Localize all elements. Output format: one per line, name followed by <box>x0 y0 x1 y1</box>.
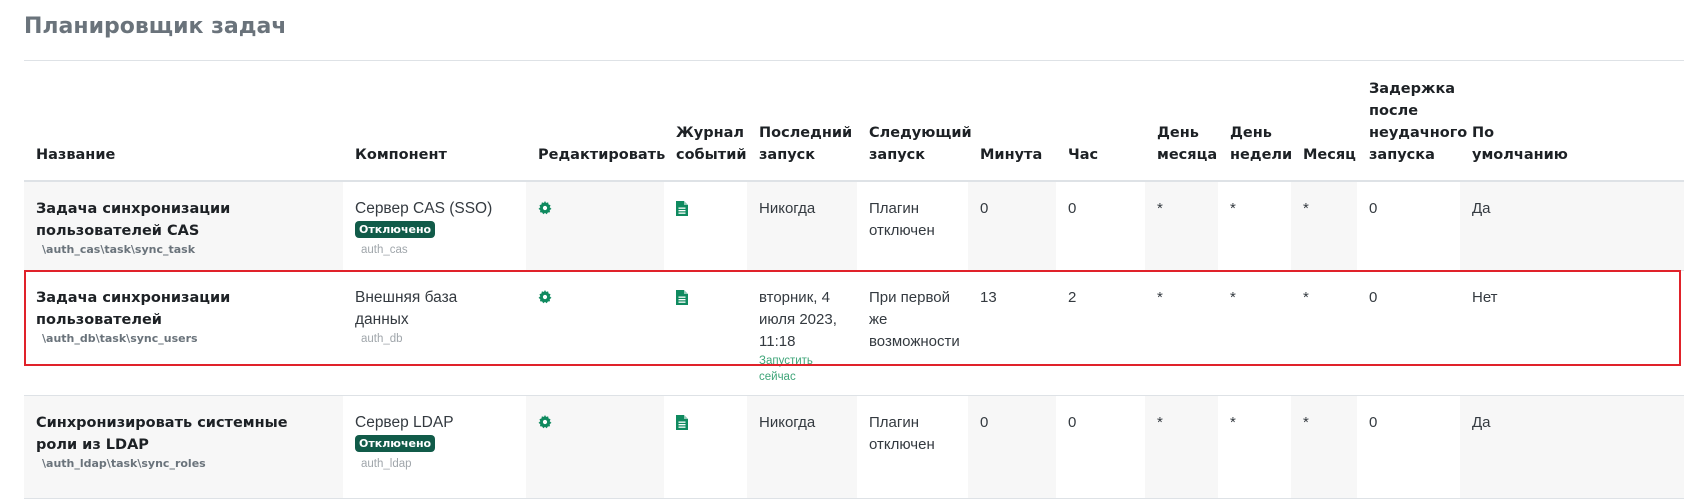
component-name: Внешняя база данных <box>355 289 458 328</box>
last-run-cell: Никогда <box>747 395 857 499</box>
scheduled-tasks-table: Название Компонент Редактировать Журнал … <box>24 68 1684 499</box>
last-run-text: вторник, 4 июля 2023, 11:18 <box>759 289 837 350</box>
header-month: Месяц <box>1291 68 1357 182</box>
task-name: Задача синхронизации пользователей CAS <box>36 201 231 239</box>
component-code: auth_ldap <box>361 458 412 470</box>
default-cell: Да <box>1460 395 1684 499</box>
header-last-run[interactable]: Последний запуск <box>747 68 857 182</box>
header-next-run[interactable]: Следующий запуск <box>857 68 972 182</box>
default-cell: Нет <box>1460 270 1684 396</box>
log-cell <box>664 270 747 396</box>
minute-cell: 0 <box>968 395 1056 499</box>
component-name: Сервер CAS (SSO) <box>355 200 493 217</box>
task-classname: \auth_ldap\task\sync_roles <box>42 457 206 470</box>
gear-icon[interactable] <box>538 290 652 304</box>
fail-delay-cell: 0 <box>1357 181 1460 271</box>
day-of-month-cell: * <box>1145 270 1218 396</box>
component-cell: Сервер LDAP Отключено auth_ldap <box>343 395 526 499</box>
document-icon[interactable] <box>676 201 735 216</box>
last-run-cell: вторник, 4 июля 2023, 11:18 Запустить се… <box>747 270 857 396</box>
header-minute: Минута <box>968 68 1056 182</box>
table-row: Задача синхронизации пользователей \auth… <box>24 270 1684 396</box>
header-hour: Час <box>1056 68 1145 182</box>
last-run-cell: Никогда <box>747 181 857 271</box>
next-run-cell: При первой же возможности <box>857 270 968 396</box>
title-divider <box>24 60 1684 61</box>
gear-icon[interactable] <box>538 415 652 429</box>
log-cell <box>664 181 747 271</box>
day-of-month-cell: * <box>1145 395 1218 499</box>
table-row: Синхронизировать системные роли из LDAP … <box>24 395 1684 499</box>
task-name-cell: Задача синхронизации пользователей \auth… <box>24 270 343 396</box>
status-badge: Отключено <box>355 221 436 238</box>
task-name-cell: Синхронизировать системные роли из LDAP … <box>24 395 343 499</box>
gear-icon[interactable] <box>538 201 652 215</box>
component-code: auth_db <box>361 333 403 345</box>
table-header-row: Название Компонент Редактировать Журнал … <box>24 68 1684 182</box>
header-fail-delay: Задержка после неудачного запуска <box>1357 68 1467 182</box>
document-icon[interactable] <box>676 290 735 305</box>
next-run-cell: Плагин отключен <box>857 395 968 499</box>
month-cell: * <box>1291 395 1357 499</box>
header-component[interactable]: Компонент <box>343 68 526 182</box>
day-of-week-cell: * <box>1218 181 1291 271</box>
hour-cell: 2 <box>1056 270 1145 396</box>
task-name-cell: Задача синхронизации пользователей CAS \… <box>24 181 343 271</box>
header-name[interactable]: Название <box>24 68 343 182</box>
component-name: Сервер LDAP <box>355 414 454 431</box>
page-title: Планировщик задач <box>24 14 287 39</box>
hour-cell: 0 <box>1056 181 1145 271</box>
month-cell: * <box>1291 181 1357 271</box>
run-now-link[interactable]: Запустить сейчас <box>759 353 845 385</box>
task-name: Синхронизировать системные роли из LDAP <box>36 415 288 453</box>
component-cell: Сервер CAS (SSO) Отключено auth_cas <box>343 181 526 271</box>
day-of-month-cell: * <box>1145 181 1218 271</box>
hour-cell: 0 <box>1056 395 1145 499</box>
minute-cell: 0 <box>968 181 1056 271</box>
edit-cell <box>526 181 664 271</box>
task-classname: \auth_cas\task\sync_task <box>42 243 196 256</box>
fail-delay-cell: 0 <box>1357 395 1460 499</box>
document-icon[interactable] <box>676 415 735 430</box>
day-of-week-cell: * <box>1218 270 1291 396</box>
header-edit: Редактировать <box>526 68 665 182</box>
minute-cell: 13 <box>968 270 1056 396</box>
default-cell: Да <box>1460 181 1684 271</box>
component-code: auth_cas <box>361 244 408 256</box>
fail-delay-cell: 0 <box>1357 270 1460 396</box>
table-row: Задача синхронизации пользователей CAS \… <box>24 181 1684 271</box>
header-day-of-week: День недели <box>1218 68 1292 182</box>
edit-cell <box>526 395 664 499</box>
task-classname: \auth_db\task\sync_users <box>42 332 198 345</box>
status-badge: Отключено <box>355 435 436 452</box>
header-day-of-month: День месяца <box>1145 68 1218 182</box>
header-log: Журнал событий <box>664 68 747 182</box>
edit-cell <box>526 270 664 396</box>
month-cell: * <box>1291 270 1357 396</box>
day-of-week-cell: * <box>1218 395 1291 499</box>
log-cell <box>664 395 747 499</box>
component-cell: Внешняя база данных auth_db <box>343 270 526 396</box>
task-name: Задача синхронизации пользователей <box>36 290 231 328</box>
next-run-cell: Плагин отключен <box>857 181 968 271</box>
header-default: По умолчанию <box>1460 68 1684 182</box>
